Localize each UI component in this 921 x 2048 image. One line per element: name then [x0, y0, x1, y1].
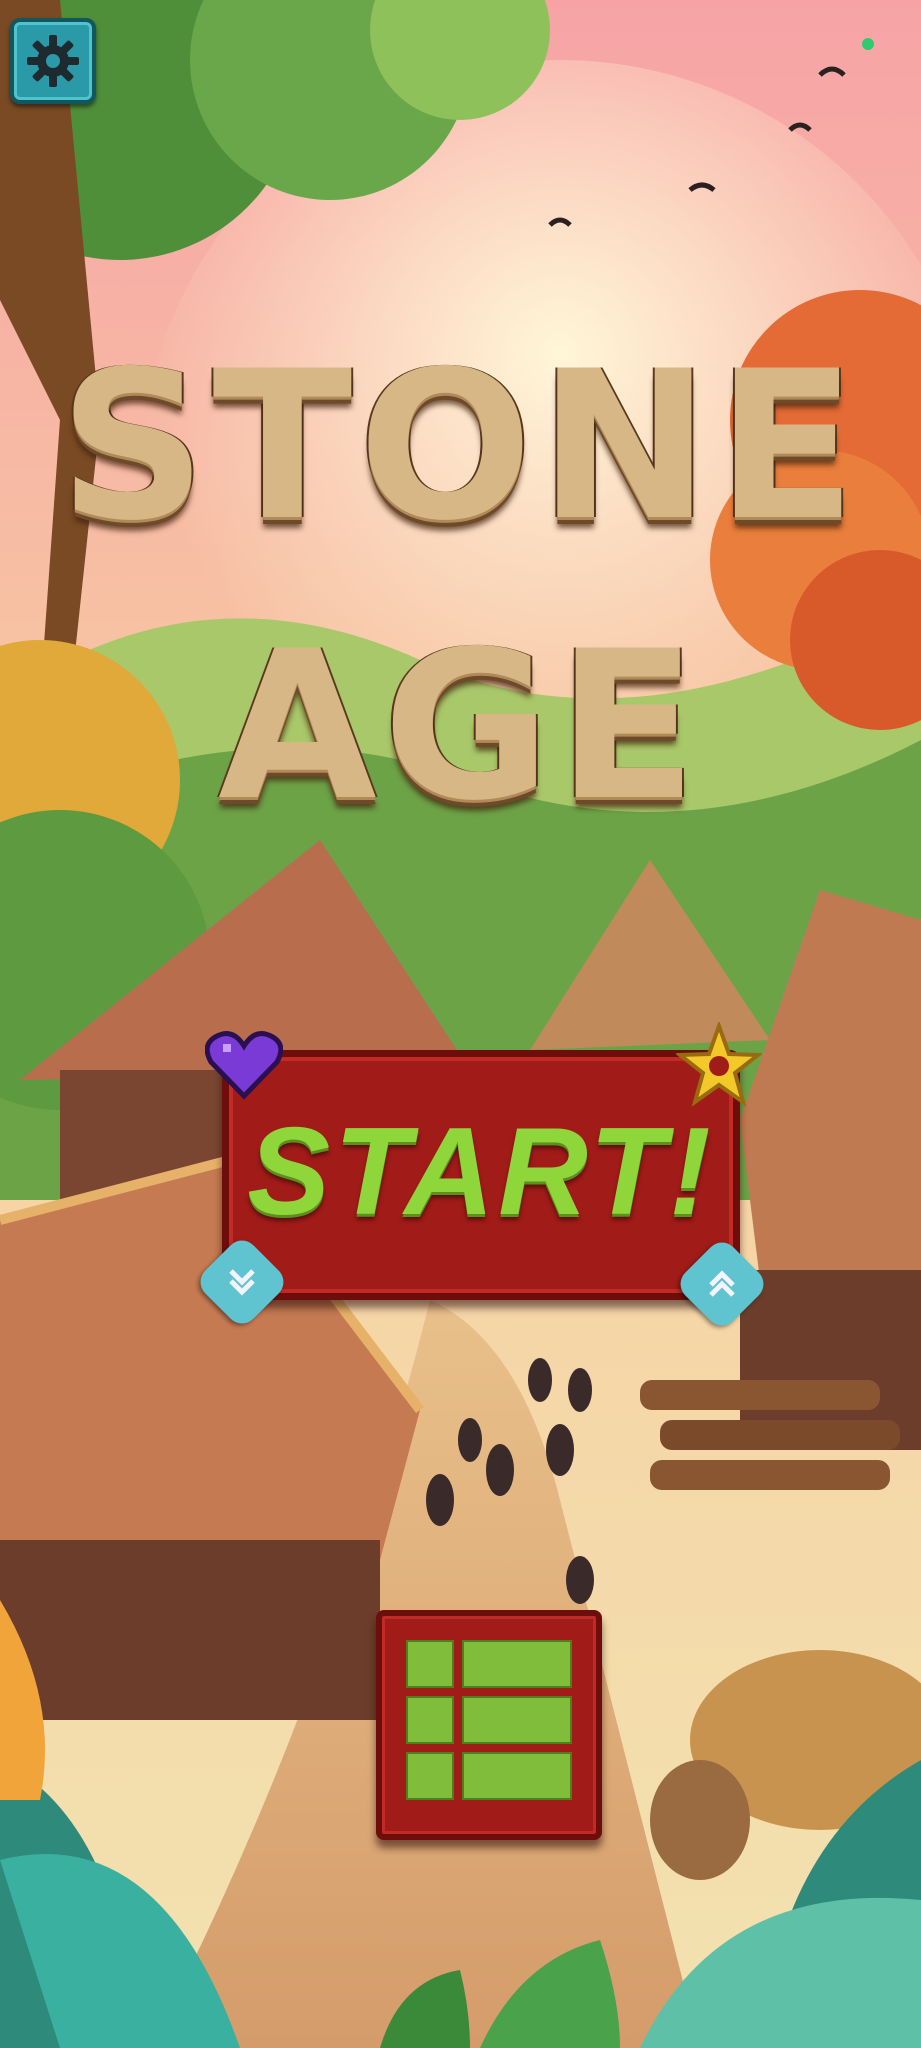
start-button-label: START! — [247, 1103, 715, 1241]
settings-button[interactable] — [10, 18, 96, 104]
star-icon — [676, 1022, 762, 1107]
status-dot — [862, 38, 874, 50]
scroll-up-button[interactable] — [673, 1235, 771, 1333]
levels-menu-button[interactable] — [376, 1610, 602, 1840]
scroll-down-button[interactable] — [193, 1233, 291, 1331]
game-title-line1: STONE — [58, 328, 863, 566]
double-chevron-up-icon — [688, 1250, 756, 1318]
double-chevron-down-icon — [208, 1248, 276, 1316]
game-title-line2: AGE — [218, 608, 703, 846]
start-button[interactable]: START! — [222, 1050, 740, 1300]
gear-icon — [27, 35, 79, 87]
heart-icon — [205, 1031, 283, 1100]
